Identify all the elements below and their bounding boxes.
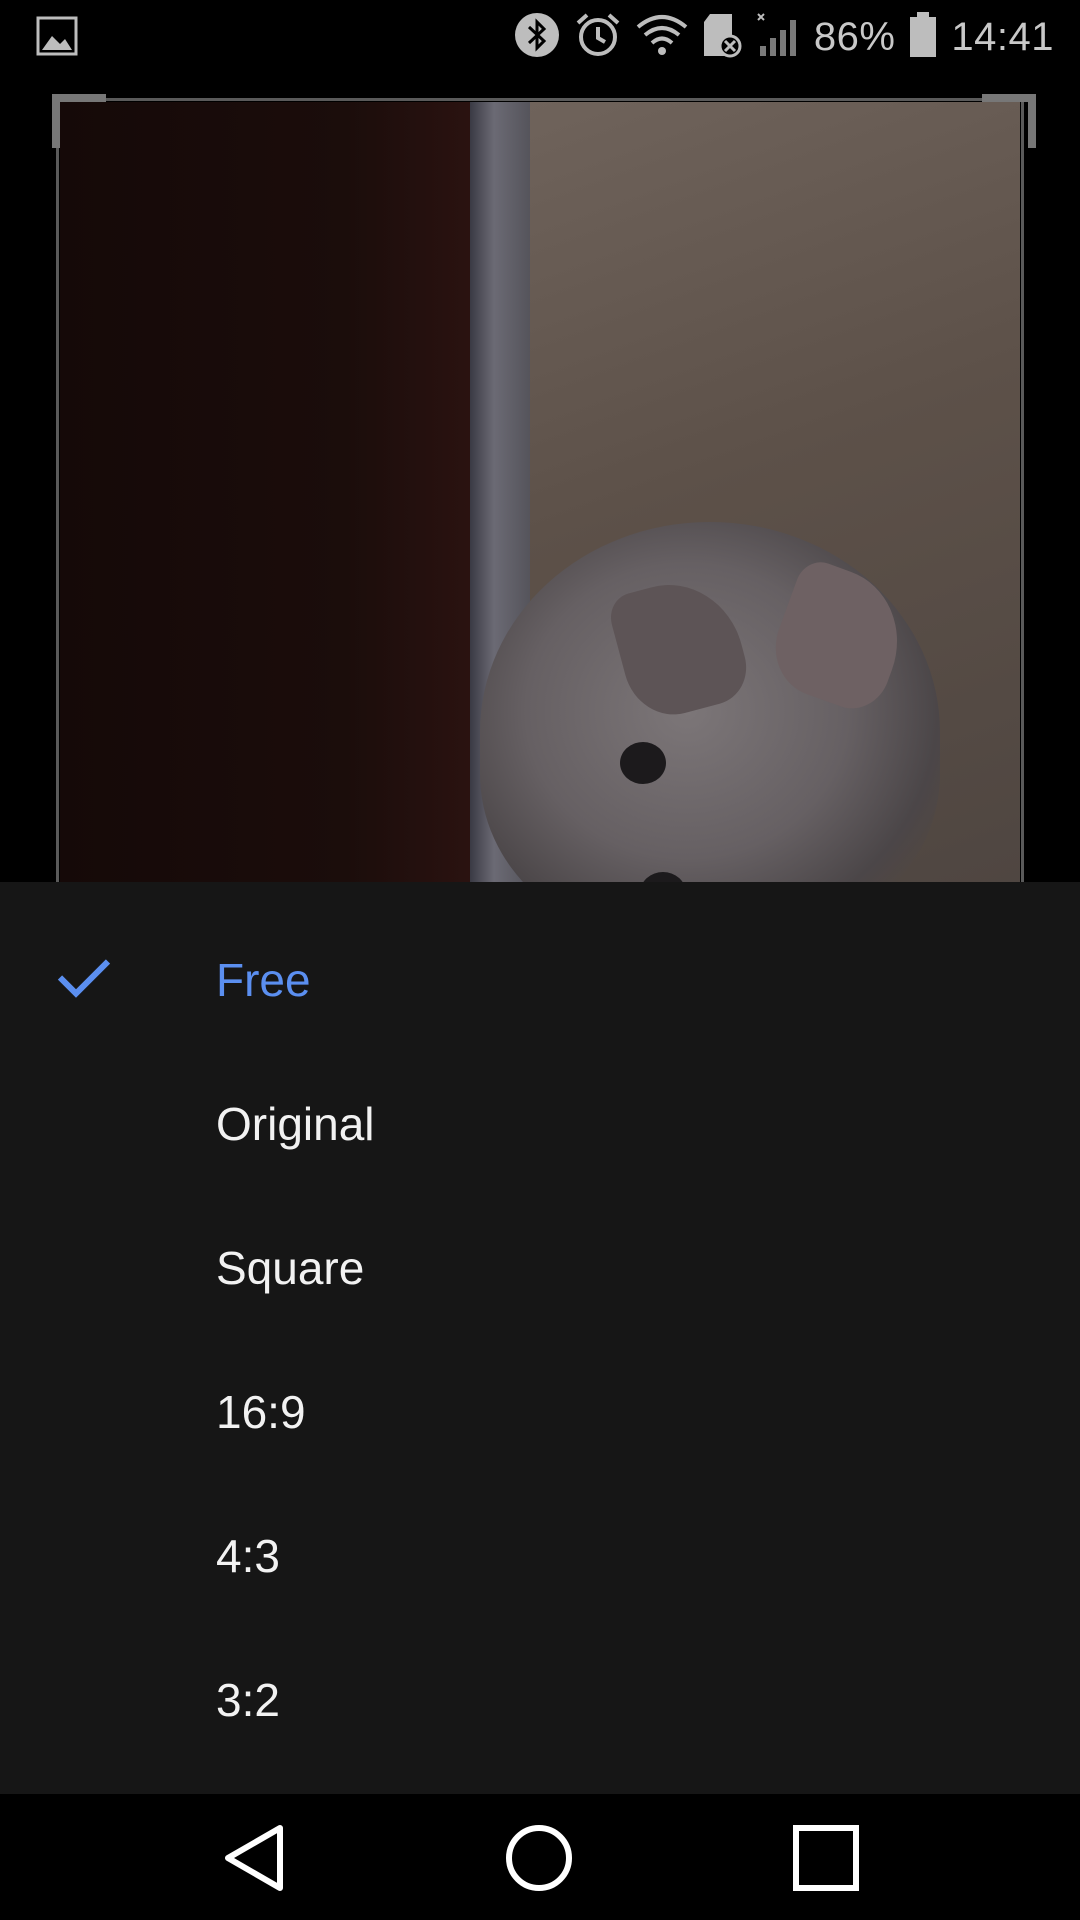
gallery-icon bbox=[36, 16, 78, 56]
crop-handle-top-right[interactable] bbox=[982, 94, 1036, 148]
wifi-icon bbox=[636, 13, 688, 62]
aspect-option-square[interactable]: Square bbox=[0, 1196, 1080, 1340]
bluetooth-icon bbox=[514, 12, 560, 63]
aspect-option-16-9[interactable]: 16:9 bbox=[0, 1340, 1080, 1484]
aspect-option-label: Free bbox=[216, 954, 311, 1006]
aspect-option-free[interactable]: Free bbox=[0, 908, 1080, 1052]
battery-percent: 86% bbox=[813, 14, 896, 59]
aspect-option-label: Original bbox=[216, 1098, 375, 1150]
navigation-bar bbox=[0, 1794, 1080, 1920]
crop-frame[interactable] bbox=[56, 98, 1024, 882]
aspect-option-label: 3:2 bbox=[216, 1674, 280, 1726]
check-icon bbox=[56, 956, 112, 1005]
aspect-option-label: 16:9 bbox=[216, 1386, 306, 1438]
aspect-ratio-menu: Free Original Square 16:9 4:3 3:2 bbox=[0, 882, 1080, 1794]
alarm-icon bbox=[574, 11, 622, 64]
aspect-option-3-2[interactable]: 3:2 bbox=[0, 1628, 1080, 1772]
aspect-option-label: Square bbox=[216, 1242, 365, 1294]
back-icon[interactable] bbox=[216, 1818, 296, 1898]
battery-icon bbox=[909, 11, 937, 63]
sd-card-icon bbox=[702, 12, 742, 63]
status-bar: 86% 14:41 bbox=[0, 0, 1080, 72]
aspect-option-label: 4:3 bbox=[216, 1530, 280, 1582]
signal-icon bbox=[756, 12, 800, 63]
aspect-option-original[interactable]: Original bbox=[0, 1052, 1080, 1196]
crop-canvas[interactable] bbox=[0, 72, 1080, 882]
clock: 14:41 bbox=[951, 14, 1054, 59]
home-icon[interactable] bbox=[499, 1818, 579, 1898]
recents-icon[interactable] bbox=[786, 1818, 866, 1898]
aspect-option-4-3[interactable]: 4:3 bbox=[0, 1484, 1080, 1628]
crop-handle-top-left[interactable] bbox=[52, 94, 106, 148]
